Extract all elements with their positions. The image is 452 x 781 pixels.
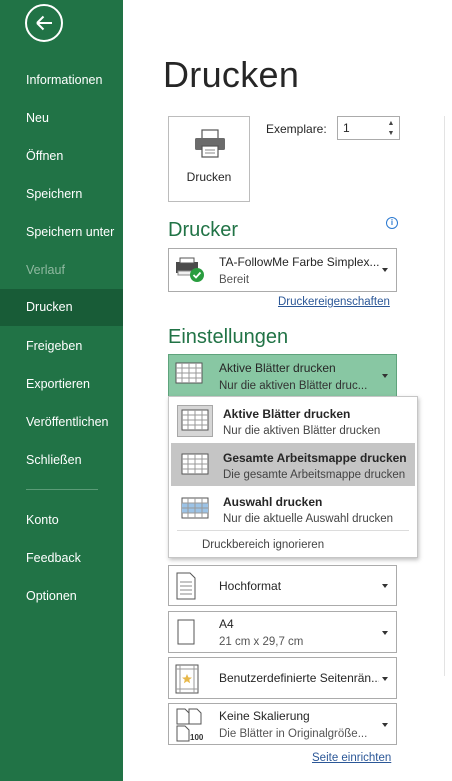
pane-divider <box>444 116 445 676</box>
margins-dropdown[interactable]: Benutzerdefinierte Seitenrän... <box>168 657 397 699</box>
copies-spinner[interactable]: 1 ▲ ▼ <box>337 116 400 140</box>
back-button[interactable] <box>25 4 63 42</box>
printer-properties-link[interactable]: Druckereigenschaften <box>278 296 390 308</box>
sheet-grid-icon <box>175 362 203 384</box>
spin-down-icon[interactable]: ▼ <box>386 129 396 138</box>
selection-icon <box>181 497 209 519</box>
menu-item-subtitle: Die gesamte Arbeitsmappe drucken <box>223 469 406 481</box>
settings-heading: Einstellungen <box>168 326 289 348</box>
nav-neu[interactable]: Neu <box>0 100 123 136</box>
print-what-title: Aktive Blätter drucken <box>219 361 336 375</box>
spin-up-icon[interactable]: ▲ <box>386 119 396 128</box>
paper-icon <box>177 619 195 645</box>
printer-heading: Drucker <box>168 219 239 241</box>
chevron-down-icon <box>382 584 388 588</box>
copies-label: Exemplare: <box>266 122 327 136</box>
chevron-down-icon <box>382 677 388 681</box>
menu-item-subtitle: Nur die aktiven Blätter drucken <box>223 425 381 437</box>
menu-item-title: Auswahl drucken <box>223 495 323 509</box>
svg-text:100: 100 <box>190 733 204 742</box>
menu-item-active-sheets[interactable]: Aktive Blätter drucken Nur die aktiven B… <box>171 399 415 442</box>
menu-item-title: Aktive Blätter drucken <box>223 407 351 421</box>
workbook-icon <box>181 453 209 475</box>
printer-status: Bereit <box>219 274 250 286</box>
paper-size-title: A4 <box>219 617 234 631</box>
margins-value: Benutzerdefinierte Seitenrän... <box>219 671 379 685</box>
scaling-title: Keine Skalierung <box>219 709 310 723</box>
info-icon[interactable]: i <box>386 217 398 229</box>
ignore-print-area-option[interactable]: Druckbereich ignorieren <box>202 539 324 551</box>
printer-icon <box>195 129 225 158</box>
nav-konto[interactable]: Konto <box>0 502 123 538</box>
menu-divider <box>177 530 409 531</box>
backstage-sidebar: Informationen Neu Öffnen Speichern Speic… <box>0 0 123 781</box>
nav-speichern[interactable]: Speichern <box>0 176 123 212</box>
menu-item-entire-workbook[interactable]: Gesamte Arbeitsmappe drucken Die gesamte… <box>171 443 415 486</box>
printer-name: TA-FollowMe Farbe Simplex... <box>219 255 379 269</box>
nav-veroeffentlichen[interactable]: Veröffentlichen <box>0 404 123 440</box>
orientation-value: Hochformat <box>219 579 282 593</box>
active-sheets-icon <box>177 405 213 437</box>
nav-exportieren[interactable]: Exportieren <box>0 366 123 402</box>
paper-size-dropdown[interactable]: A4 21 cm x 29,7 cm <box>168 611 397 653</box>
menu-item-selection[interactable]: Auswahl drucken Nur die aktuelle Auswahl… <box>171 487 415 530</box>
page-setup-link[interactable]: Seite einrichten <box>312 752 391 764</box>
portrait-page-icon <box>176 572 196 600</box>
no-scaling-icon: 100 <box>176 708 204 742</box>
orientation-dropdown[interactable]: Hochformat <box>168 565 397 606</box>
nav-freigeben[interactable]: Freigeben <box>0 328 123 364</box>
paper-size-subtitle: 21 cm x 29,7 cm <box>219 636 304 648</box>
print-button-label: Drucken <box>186 170 232 184</box>
menu-item-subtitle: Nur die aktuelle Auswahl drucken <box>223 513 394 525</box>
printer-dropdown[interactable]: TA-FollowMe Farbe Simplex... Bereit <box>168 248 397 292</box>
arrow-left-icon <box>36 15 52 31</box>
printer-ready-icon <box>176 257 204 282</box>
chevron-down-icon <box>382 723 388 727</box>
nav-feedback[interactable]: Feedback <box>0 540 123 576</box>
print-what-menu: Aktive Blätter drucken Nur die aktiven B… <box>168 396 418 558</box>
page-title: Drucken <box>163 54 300 95</box>
custom-margins-icon <box>175 664 199 694</box>
menu-item-title: Gesamte Arbeitsmappe drucken <box>223 451 407 465</box>
print-what-subtitle: Nur die aktiven Blätter druc... <box>219 380 368 392</box>
nav-schliessen[interactable]: Schließen <box>0 442 123 478</box>
sidebar-divider <box>26 489 98 490</box>
nav-drucken[interactable]: Drucken <box>0 289 123 326</box>
nav-optionen[interactable]: Optionen <box>0 578 123 614</box>
print-button[interactable]: Drucken <box>168 116 250 202</box>
nav-speichern-unter[interactable]: Speichern unter <box>0 214 123 250</box>
nav-verlauf: Verlauf <box>26 263 65 277</box>
scaling-dropdown[interactable]: 100 Keine Skalierung Die Blätter in Orig… <box>168 703 397 745</box>
chevron-down-icon <box>382 374 388 378</box>
scaling-subtitle: Die Blätter in Originalgröße... <box>219 728 368 740</box>
chevron-down-icon <box>382 631 388 635</box>
chevron-down-icon <box>382 268 388 272</box>
copies-value[interactable]: 1 <box>343 121 350 135</box>
print-what-dropdown[interactable]: Aktive Blätter drucken Nur die aktiven B… <box>168 354 397 397</box>
nav-oeffnen[interactable]: Öffnen <box>0 138 123 174</box>
nav-informationen[interactable]: Informationen <box>0 62 123 98</box>
